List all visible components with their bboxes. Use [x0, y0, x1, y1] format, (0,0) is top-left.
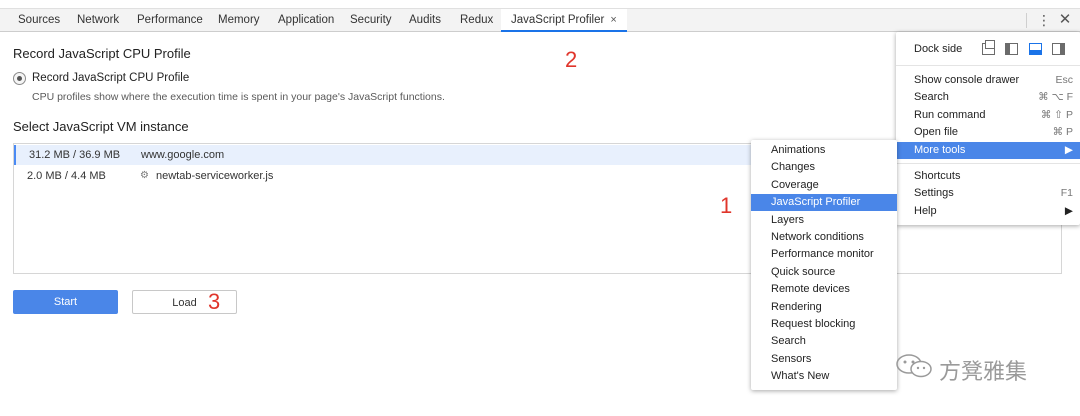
toolbar-divider: [1026, 13, 1027, 28]
submenu-item-request-blocking[interactable]: Request blocking: [751, 316, 897, 333]
vm-target: www.google.com: [141, 149, 225, 161]
submenu-item-label: Remote devices: [771, 283, 850, 295]
radio-button[interactable]: [13, 72, 26, 85]
dock-left-icon[interactable]: [1005, 43, 1018, 55]
watermark-text: 方凳雅集: [939, 360, 1028, 385]
menu-item-label: More tools: [914, 144, 966, 156]
menu-divider: [896, 65, 1080, 66]
submenu-item-label: Animations: [771, 144, 826, 156]
submenu-item-performance-monitor[interactable]: Performance monitor: [751, 246, 897, 263]
section-title-record: Record JavaScript CPU Profile: [13, 46, 191, 61]
submenu-item-label: Coverage: [771, 179, 819, 191]
menu-item-settings[interactable]: Settings F1: [896, 185, 1080, 202]
annotation-1: 1: [720, 193, 733, 218]
gear-icon: ⚙: [140, 170, 149, 181]
submenu-item-network-conditions[interactable]: Network conditions: [751, 229, 897, 246]
submenu-item-label: Search: [771, 335, 806, 347]
tab-application[interactable]: Application: [278, 9, 334, 32]
menu-item-label: Settings: [914, 187, 954, 199]
menu-item-search[interactable]: Search ⌘ ⌥ F: [896, 89, 1080, 106]
vm-memory: 31.2 MB / 36.9 MB: [29, 149, 121, 161]
menu-item-label: Open file: [914, 126, 959, 138]
submenu-item-search[interactable]: Search: [751, 333, 897, 350]
dock-side-options: [981, 40, 1071, 57]
devtools-tabbar: Sources Network Performance Memory Appli…: [0, 8, 1080, 32]
submenu-item-label: Quick source: [771, 266, 836, 278]
menu-item-label: Show console drawer: [914, 74, 1020, 86]
more-tools-submenu: Animations Changes Coverage JavaScript P…: [751, 140, 897, 390]
menu-item-shortcut: ⌘ ⌥ F: [1038, 91, 1073, 103]
menu-item-label: Search: [914, 91, 949, 103]
dock-right-icon[interactable]: [1052, 43, 1065, 55]
close-devtools-icon[interactable]: ✕: [1058, 11, 1072, 29]
submenu-item-label: Changes: [771, 161, 816, 173]
tab-close-icon[interactable]: ×: [610, 14, 616, 26]
vm-memory: 2.0 MB / 4.4 MB: [27, 170, 106, 182]
section-title-vm: Select JavaScript VM instance: [13, 119, 189, 134]
radio-label[interactable]: Record JavaScript CPU Profile: [32, 72, 189, 84]
profile-description: CPU profiles show where the execution ti…: [32, 91, 445, 103]
dock-bottom-icon[interactable]: [1029, 43, 1042, 55]
load-button[interactable]: Load: [132, 290, 237, 314]
menu-item-show-console-drawer[interactable]: Show console drawer Esc: [896, 72, 1080, 89]
menu-item-help[interactable]: Help ▶: [896, 203, 1080, 220]
submenu-arrow-icon: ▶: [1064, 144, 1073, 156]
tab-label: JavaScript Profiler: [511, 14, 605, 26]
submenu-item-layers[interactable]: Layers: [751, 212, 897, 229]
menu-item-shortcut: F1: [1060, 187, 1073, 199]
submenu-item-rendering[interactable]: Rendering: [751, 299, 897, 316]
tab-performance[interactable]: Performance: [137, 9, 203, 32]
kebab-menu-icon[interactable]: ⋮: [1037, 11, 1051, 29]
submenu-item-label: Request blocking: [771, 318, 856, 330]
vm-target: newtab-serviceworker.js: [156, 170, 274, 182]
submenu-item-javascript-profiler[interactable]: JavaScript Profiler: [751, 194, 897, 211]
submenu-item-changes[interactable]: Changes: [751, 159, 897, 176]
tab-memory[interactable]: Memory: [218, 9, 260, 32]
tab-audits[interactable]: Audits: [409, 9, 441, 32]
menu-item-label: Run command: [914, 109, 986, 121]
menu-item-shortcuts[interactable]: Shortcuts: [896, 168, 1080, 185]
tab-sources[interactable]: Sources: [18, 9, 60, 32]
wechat-icon: [896, 354, 932, 378]
menu-item-more-tools[interactable]: More tools ▶: [896, 142, 1080, 159]
submenu-item-label: What's New: [771, 370, 830, 382]
annotation-2: 2: [565, 47, 578, 72]
submenu-item-label: Sensors: [771, 353, 812, 365]
submenu-item-label: Network conditions: [771, 231, 864, 243]
submenu-item-label: Layers: [771, 214, 805, 226]
submenu-item-label: Performance monitor: [771, 248, 874, 260]
menu-item-open-file[interactable]: Open file ⌘ P: [896, 124, 1080, 141]
undock-icon[interactable]: [982, 40, 995, 55]
tab-security[interactable]: Security: [350, 9, 392, 32]
annotation-3: 3: [208, 289, 221, 314]
menu-divider: [896, 163, 1080, 164]
dock-side-label: Dock side: [914, 43, 963, 55]
submenu-item-quick-source[interactable]: Quick source: [751, 264, 897, 281]
menu-item-shortcut: ⌘ P: [1052, 126, 1073, 138]
tab-network[interactable]: Network: [77, 9, 119, 32]
submenu-item-label: Rendering: [771, 301, 822, 313]
menu-item-shortcut: Esc: [1055, 74, 1073, 86]
start-button[interactable]: Start: [13, 290, 118, 314]
tab-redux[interactable]: Redux: [460, 9, 493, 32]
menu-item-label: Shortcuts: [914, 170, 961, 182]
submenu-item-animations[interactable]: Animations: [751, 142, 897, 159]
submenu-item-coverage[interactable]: Coverage: [751, 177, 897, 194]
tab-javascript-profiler[interactable]: JavaScript Profiler ×: [501, 9, 627, 32]
submenu-item-sensors[interactable]: Sensors: [751, 351, 897, 368]
submenu-item-remote-devices[interactable]: Remote devices: [751, 281, 897, 298]
submenu-item-label: JavaScript Profiler: [771, 196, 861, 208]
menu-item-label: Help: [914, 205, 937, 217]
submenu-arrow-icon: ▶: [1064, 205, 1073, 217]
menu-item-shortcut: ⌘ ⇧ P: [1040, 109, 1073, 121]
menu-item-run-command[interactable]: Run command ⌘ ⇧ P: [896, 107, 1080, 124]
devtools-main-menu: Dock side Show console drawer Esc Search…: [896, 32, 1080, 225]
submenu-item-whats-new[interactable]: What's New: [751, 368, 897, 385]
